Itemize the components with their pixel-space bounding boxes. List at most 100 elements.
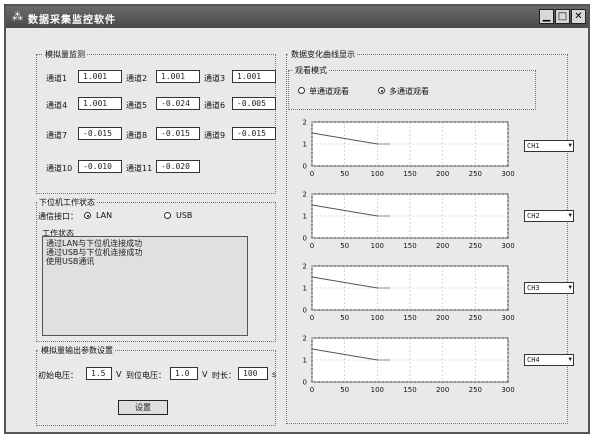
channel-5-value[interactable]: -0.024 bbox=[156, 97, 200, 110]
x-tick-label: 150 bbox=[403, 242, 416, 250]
x-tick-label: 50 bbox=[340, 170, 349, 178]
x-tick-label: 100 bbox=[371, 314, 384, 322]
init-voltage-label: 初始电压： bbox=[38, 371, 78, 380]
x-tick-label: 150 bbox=[403, 386, 416, 394]
channel-8-value[interactable]: -0.015 bbox=[156, 127, 200, 140]
channel-7-label: 通道7 bbox=[46, 131, 68, 140]
x-tick-label: 150 bbox=[403, 170, 416, 178]
x-tick-label: 50 bbox=[340, 242, 349, 250]
radio-usb-label: USB bbox=[176, 211, 193, 220]
window-title: 数据采集监控软件 bbox=[28, 15, 116, 26]
y-tick-label: 0 bbox=[303, 307, 307, 315]
plot-ch3: 0 50 100 150 200 250 300 0 1 2 bbox=[288, 260, 520, 334]
lower-group-label: 下位机工作状态 bbox=[37, 197, 97, 208]
set-button[interactable]: 设置 bbox=[118, 400, 168, 415]
channel-select-3[interactable]: CH3 ▼ bbox=[524, 282, 574, 294]
channel-select-1-value: CH1 bbox=[527, 142, 540, 150]
channel-3-label: 通道3 bbox=[204, 74, 226, 83]
x-tick-label: 200 bbox=[436, 314, 449, 322]
channel-3-value[interactable]: 1.001 bbox=[232, 70, 276, 83]
x-tick-label: 50 bbox=[340, 386, 349, 394]
x-tick-label: 250 bbox=[469, 170, 482, 178]
end-voltage-input[interactable]: 1.0 bbox=[170, 367, 198, 380]
x-tick-label: 0 bbox=[310, 242, 314, 250]
channel-11-value[interactable]: -0.020 bbox=[156, 160, 200, 173]
maximize-button[interactable]: □ bbox=[555, 9, 570, 24]
view-mode-label: 观看模式 bbox=[293, 65, 329, 76]
channel-select-2[interactable]: CH2 ▼ bbox=[524, 210, 574, 222]
antenna-icon: ⁂ bbox=[12, 10, 23, 23]
y-tick-label: 2 bbox=[303, 263, 307, 271]
x-tick-label: 0 bbox=[310, 386, 314, 394]
radio-lan-label: LAN bbox=[96, 211, 113, 220]
x-tick-label: 100 bbox=[371, 242, 384, 250]
channel-2-label: 通道2 bbox=[126, 74, 148, 83]
plot-ch2: 0 50 100 150 200 250 300 0 1 2 bbox=[288, 188, 520, 262]
maximize-icon: □ bbox=[557, 11, 568, 22]
radio-usb[interactable] bbox=[164, 212, 171, 219]
x-tick-label: 300 bbox=[501, 242, 514, 250]
channel-6-label: 通道6 bbox=[204, 101, 226, 110]
channel-11-label: 通道11 bbox=[126, 164, 153, 173]
channel-5-label: 通道5 bbox=[126, 101, 148, 110]
y-tick-label: 0 bbox=[303, 379, 307, 387]
channel-1-value[interactable]: 1.001 bbox=[78, 70, 122, 83]
x-tick-label: 100 bbox=[371, 386, 384, 394]
radio-multi-channel[interactable] bbox=[378, 87, 385, 94]
chevron-down-icon: ▼ bbox=[568, 212, 572, 219]
multi-channel-label: 多通道观看 bbox=[389, 87, 429, 96]
channel-select-4-value: CH4 bbox=[527, 356, 540, 364]
channel-4-label: 通道4 bbox=[46, 101, 68, 110]
x-tick-label: 250 bbox=[469, 242, 482, 250]
channel-6-value[interactable]: -0.005 bbox=[232, 97, 276, 110]
curve-group-label: 数据变化曲线显示 bbox=[289, 49, 357, 60]
x-tick-label: 250 bbox=[469, 314, 482, 322]
channel-4-value[interactable]: 1.001 bbox=[78, 97, 122, 110]
x-tick-label: 300 bbox=[501, 170, 514, 178]
channel-2-value[interactable]: 1.001 bbox=[156, 70, 200, 83]
close-icon: ✕ bbox=[574, 11, 583, 22]
chevron-down-icon: ▼ bbox=[568, 284, 572, 291]
minimize-button[interactable]: ▁ bbox=[539, 9, 554, 24]
init-voltage-input[interactable]: 1.5 bbox=[86, 367, 112, 380]
chart-ch2: 0 50 100 150 200 250 300 0 1 2 bbox=[303, 191, 515, 251]
x-tick-label: 150 bbox=[403, 314, 416, 322]
channel-select-3-value: CH3 bbox=[527, 284, 540, 292]
plot-ch1: 0 50 100 150 200 250 300 0 1 2 bbox=[288, 116, 520, 190]
end-voltage-unit: V bbox=[202, 370, 208, 379]
x-tick-label: 200 bbox=[436, 170, 449, 178]
duration-unit: s bbox=[272, 370, 277, 379]
y-tick-label: 2 bbox=[303, 335, 307, 343]
x-tick-label: 200 bbox=[436, 386, 449, 394]
radio-single-channel[interactable] bbox=[298, 87, 305, 94]
y-tick-label: 1 bbox=[303, 357, 307, 365]
x-tick-label: 200 bbox=[436, 242, 449, 250]
work-status-log[interactable]: 通过LAN与下位机连接成功 通过USB与下位机连接成功 使用USB通讯 bbox=[42, 236, 248, 336]
y-tick-label: 1 bbox=[303, 285, 307, 293]
title-bar[interactable]: ⁂ 数据采集监控软件 ▁ □ ✕ bbox=[6, 6, 588, 28]
channel-select-1[interactable]: CH1 ▼ bbox=[524, 140, 574, 152]
single-channel-label: 单通道观看 bbox=[309, 87, 349, 96]
chevron-down-icon: ▼ bbox=[568, 142, 572, 149]
channel-10-label: 通道10 bbox=[46, 164, 73, 173]
output-group-label: 模拟量输出参数设置 bbox=[39, 345, 115, 356]
duration-input[interactable]: 100 bbox=[238, 367, 268, 380]
chart-ch1: 0 50 100 150 200 250 300 0 1 2 bbox=[303, 119, 515, 179]
x-tick-label: 100 bbox=[371, 170, 384, 178]
channel-7-value[interactable]: -0.015 bbox=[78, 127, 122, 140]
channel-9-value[interactable]: -0.015 bbox=[232, 127, 276, 140]
plot-ch4: 0 50 100 150 200 250 300 0 1 2 bbox=[288, 332, 520, 414]
channel-select-2-value: CH2 bbox=[527, 212, 540, 220]
y-tick-label: 2 bbox=[303, 119, 307, 127]
y-tick-label: 0 bbox=[303, 235, 307, 243]
status-line: 使用USB通讯 bbox=[46, 257, 95, 266]
x-tick-label: 0 bbox=[310, 170, 314, 178]
channel-select-4[interactable]: CH4 ▼ bbox=[524, 354, 574, 366]
init-voltage-unit: V bbox=[116, 370, 122, 379]
radio-lan[interactable] bbox=[84, 212, 91, 219]
channel-10-value[interactable]: -0.010 bbox=[78, 160, 122, 173]
comm-interface-label: 通信接口： bbox=[38, 212, 78, 221]
close-button[interactable]: ✕ bbox=[571, 9, 586, 24]
status-line: 通过USB与下位机连接成功 bbox=[46, 248, 143, 257]
channel-9-label: 通道9 bbox=[204, 131, 226, 140]
